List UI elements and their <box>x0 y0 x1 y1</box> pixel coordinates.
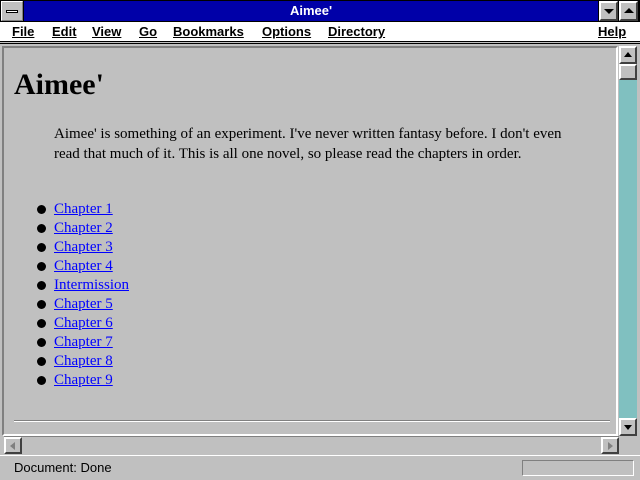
chapter-link-6[interactable]: Chapter 6 <box>54 315 113 331</box>
intro-paragraph: Aimee' is something of an experiment. I'… <box>54 126 562 162</box>
list-item: Intermission <box>34 276 129 295</box>
list-item: Chapter 3 <box>34 238 129 257</box>
list-item: Chapter 2 <box>34 219 129 238</box>
chapter-link-9[interactable]: Chapter 9 <box>54 372 113 388</box>
list-item: Chapter 4 <box>34 257 129 276</box>
chapter-link-1[interactable]: Chapter 1 <box>54 201 113 217</box>
menu-edit[interactable]: Edit <box>52 23 77 41</box>
menu-view[interactable]: View <box>92 23 121 41</box>
bullet-icon <box>37 357 46 366</box>
maximize-button[interactable] <box>619 1 638 21</box>
menu-help[interactable]: Help <box>598 23 626 41</box>
horizontal-scrollbar[interactable] <box>4 436 619 454</box>
menu-options[interactable]: Options <box>262 23 311 41</box>
scrollbar-corner <box>619 436 637 454</box>
list-item: Chapter 9 <box>34 371 129 390</box>
scroll-up-button[interactable] <box>619 46 637 64</box>
arrow-right-icon <box>608 442 613 450</box>
intermission-link[interactable]: Intermission <box>54 277 129 293</box>
arrow-up-icon <box>624 52 632 57</box>
menu-directory[interactable]: Directory <box>328 23 385 41</box>
bullet-icon <box>37 319 46 328</box>
chapter-link-7[interactable]: Chapter 7 <box>54 334 113 350</box>
vertical-scrollbar[interactable] <box>619 46 637 436</box>
horizontal-rule <box>14 420 610 422</box>
document-content[interactable]: Aimee' Aimee' is something of an experim… <box>4 48 616 434</box>
chapter-link-3[interactable]: Chapter 3 <box>54 239 113 255</box>
chapter-list: Chapter 1 Chapter 2 Chapter 3 Chapter 4 … <box>34 200 129 390</box>
minimize-button[interactable] <box>599 1 618 21</box>
bullet-icon <box>37 243 46 252</box>
menu-file[interactable]: File <box>12 23 34 41</box>
chapter-link-8[interactable]: Chapter 8 <box>54 353 113 369</box>
scroll-down-button[interactable] <box>619 418 637 436</box>
bullet-icon <box>37 224 46 233</box>
bullet-icon <box>37 376 46 385</box>
menu-bookmarks[interactable]: Bookmarks <box>173 23 244 41</box>
system-menu-icon[interactable] <box>1 1 23 21</box>
arrow-left-icon <box>10 442 15 450</box>
bullet-icon <box>37 281 46 290</box>
menu-go[interactable]: Go <box>139 23 157 41</box>
scroll-thumb[interactable] <box>619 64 637 80</box>
list-item: Chapter 1 <box>34 200 129 219</box>
bullet-icon <box>37 338 46 347</box>
title-bar-caption[interactable]: Aimee' <box>24 1 598 21</box>
bullet-icon <box>37 262 46 271</box>
scroll-left-button[interactable] <box>4 437 22 454</box>
list-item: Chapter 8 <box>34 352 129 371</box>
horizontal-scroll-track[interactable] <box>22 437 601 454</box>
window-title: Aimee' <box>289 3 333 18</box>
list-item: Chapter 7 <box>34 333 129 352</box>
chapter-link-4[interactable]: Chapter 4 <box>54 258 113 274</box>
status-bar: Document: Done <box>0 455 640 480</box>
bullet-icon <box>37 205 46 214</box>
scroll-right-button[interactable] <box>601 437 619 454</box>
status-text: Document: Done <box>14 460 112 475</box>
chevron-down-icon <box>604 9 614 14</box>
bullet-icon <box>37 300 46 309</box>
progress-indicator <box>522 460 634 476</box>
arrow-down-icon <box>624 425 632 430</box>
chapter-link-5[interactable]: Chapter 5 <box>54 296 113 312</box>
list-item: Chapter 6 <box>34 314 129 333</box>
chapter-link-2[interactable]: Chapter 2 <box>54 220 113 236</box>
list-item: Chapter 5 <box>34 295 129 314</box>
browser-frame: Aimee' Aimee' is something of an experim… <box>0 43 640 455</box>
title-bar: Aimee' <box>0 0 640 22</box>
page-title: Aimee' <box>14 68 104 101</box>
chevron-up-icon <box>624 8 634 13</box>
menu-bar: File Edit View Go Bookmarks Options Dire… <box>0 22 640 42</box>
